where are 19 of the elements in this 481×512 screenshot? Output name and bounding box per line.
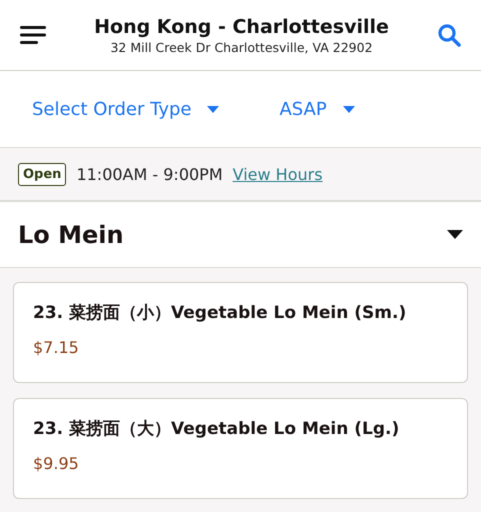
restaurant-address: 32 Mill Creek Dr Charlottesville, VA 22902 (110, 40, 373, 54)
caret-icon (207, 106, 220, 112)
dropdown[interactable]: Select Order Type (32, 98, 220, 120)
opening-hours: 11:00AM - 9:00PM (76, 164, 223, 184)
caret-icon (342, 106, 355, 112)
item-name: 23. 菜捞面（小）Vegetable Lo Mein (Sm.) (33, 302, 408, 324)
dropdown[interactable]: ASAP (279, 98, 355, 120)
search-icon[interactable] (437, 23, 461, 47)
item-price: $9.95 (33, 454, 80, 473)
menu-item-card[interactable]: 23. 菜捞面（大）Vegetable Lo Mein (Lg.) $9.95 (13, 398, 468, 499)
status-badge: Open (18, 162, 66, 186)
restaurant-name: Hong Kong - Charlottesville (94, 16, 389, 38)
menu-icon[interactable] (20, 26, 46, 44)
item-name: 23. 菜捞面（大）Vegetable Lo Mein (Lg.) (33, 418, 400, 440)
item-price: $7.15 (33, 338, 80, 357)
category-title: Lo Mein (18, 220, 124, 248)
menu-item-card[interactable]: 23. 菜捞面（小）Vegetable Lo Mein (Sm.) $7.15 (13, 282, 468, 383)
caret-icon[interactable] (447, 230, 463, 239)
view-hours-link[interactable]: View Hours (232, 164, 323, 184)
